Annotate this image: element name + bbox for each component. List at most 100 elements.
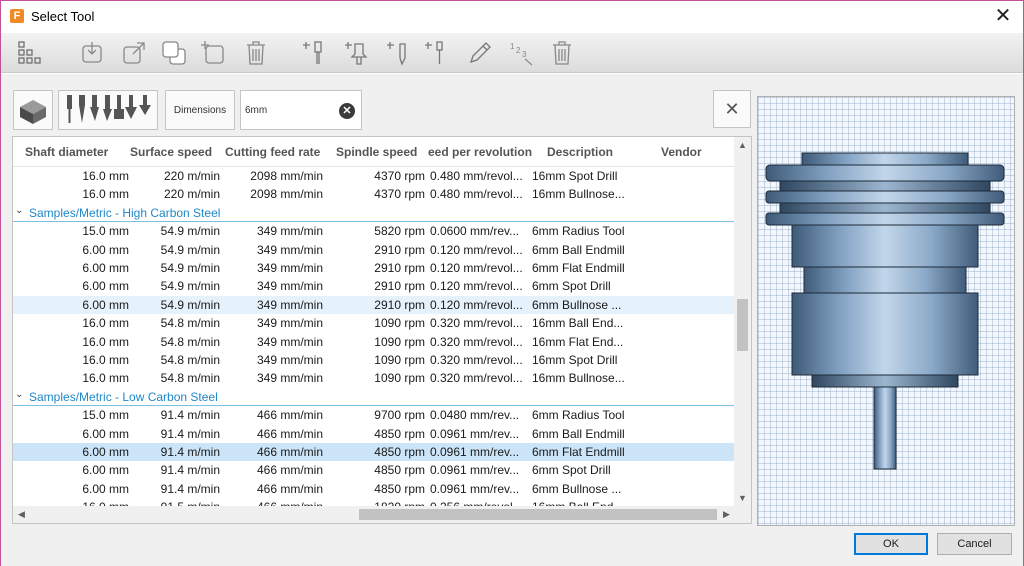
cell-surface-speed: 54.8 m/min	[160, 334, 220, 349]
scroll-down-icon[interactable]: ▼	[734, 490, 751, 507]
horizontal-scroll-thumb[interactable]	[359, 509, 717, 520]
table-row[interactable]: 16.0 mm 54.8 m/min 349 mm/min 1090 rpm 0.320…	[13, 369, 735, 387]
cell-spindle-speed: 1090 rpm	[374, 371, 425, 386]
tool-category-button[interactable]	[13, 90, 53, 130]
table-row[interactable]: 6.00 mm 54.9 m/min 349 mm/min 2910 rpm 0.120…	[13, 241, 735, 259]
scroll-left-icon[interactable]: ◀	[13, 506, 30, 523]
export-button[interactable]	[119, 37, 149, 69]
new-probe-button[interactable]	[423, 37, 453, 69]
table-row[interactable]: 6.00 mm 91.4 m/min 466 mm/min 4850 rpm 0.096…	[13, 480, 735, 498]
table-row[interactable]: 16.0 mm 54.8 m/min 349 mm/min 1090 rpm 0.320…	[13, 314, 735, 332]
delete-library-button[interactable]	[241, 37, 271, 69]
chevron-down-icon[interactable]: ⌄	[15, 205, 23, 216]
cell-spindle-speed: 1090 rpm	[374, 334, 425, 349]
clear-search-icon[interactable]: ✕	[339, 103, 355, 119]
col-spindle-speed[interactable]: Spindle speed	[336, 145, 426, 159]
col-description[interactable]: Description	[547, 145, 637, 159]
cell-spindle-speed: 4850 rpm	[374, 481, 425, 496]
new-mill-tool-button[interactable]	[301, 37, 331, 69]
group-header[interactable]: ⌄ Samples/Metric - Low Carbon Steel	[13, 388, 735, 406]
horizontal-scrollbar[interactable]: ◀ ▶	[13, 506, 735, 523]
cell-description: 6mm Spot Drill	[532, 463, 611, 478]
import-button[interactable]	[77, 37, 107, 69]
col-vendor[interactable]: Vendor	[661, 145, 721, 159]
edit-tool-button[interactable]	[465, 37, 495, 69]
scroll-corner	[734, 506, 751, 523]
table-row[interactable]: 6.00 mm 91.4 m/min 466 mm/min 4850 rpm 0.096…	[13, 425, 735, 443]
cell-feed-per-revolution: 0.0961 mm/rev...	[430, 445, 520, 459]
cell-feed-per-revolution: 0.0961 mm/rev...	[430, 481, 520, 496]
cell-description: 16mm Ball End...	[532, 316, 624, 331]
copy-button[interactable]	[159, 37, 189, 69]
cell-surface-speed: 54.9 m/min	[160, 242, 220, 257]
cell-shaft-diameter: 6.00 mm	[82, 297, 129, 312]
export-icon	[123, 42, 145, 64]
trash-icon	[553, 41, 571, 65]
cell-spindle-speed: 9700 rpm	[374, 408, 425, 423]
title-bar: F Select Tool ✕	[1, 1, 1023, 33]
col-cutting-feed-rate[interactable]: Cutting feed rate	[225, 145, 333, 159]
tool-table: Shaft diameter Surface speed Cutting fee…	[12, 136, 752, 524]
cell-shaft-diameter: 6.00 mm	[82, 463, 129, 478]
table-row[interactable]: 16.0 mm 54.8 m/min 349 mm/min 1090 rpm 0.320…	[13, 333, 735, 351]
cell-surface-speed: 220 m/min	[163, 187, 220, 202]
cancel-button[interactable]: Cancel	[937, 533, 1012, 555]
table-row[interactable]: 16.0 mm 220 m/min 2098 mm/min 4370 rpm 0.480…	[13, 167, 735, 185]
new-holder-button[interactable]	[343, 37, 373, 69]
cell-feed-per-revolution: 0.480 mm/revol...	[430, 169, 523, 183]
trash-icon	[247, 41, 265, 65]
table-row[interactable]: 6.00 mm 54.9 m/min 349 mm/min 2910 rpm 0.120…	[13, 295, 735, 314]
search-input[interactable]	[241, 91, 331, 129]
cell-spindle-speed: 2910 rpm	[374, 279, 425, 294]
table-row[interactable]: 6.00 mm 54.9 m/min 349 mm/min 2910 rpm 0.120…	[13, 259, 735, 277]
cell-shaft-diameter: 6.00 mm	[82, 261, 129, 275]
table-row[interactable]: 6.00 mm 91.4 m/min 466 mm/min 4850 rpm 0.096…	[13, 443, 735, 461]
table-row[interactable]: 16.0 mm 54.8 m/min 349 mm/min 1090 rpm 0.320…	[13, 351, 735, 369]
tool-types-filter-button[interactable]	[58, 90, 158, 130]
group-header[interactable]: ⌄ Samples/Metric - High Carbon Steel	[13, 204, 735, 222]
table-row[interactable]: 16.0 mm 220 m/min 2098 mm/min 4370 rpm 0.480…	[13, 185, 735, 203]
table-row[interactable]: 6.00 mm 91.4 m/min 466 mm/min 4850 rpm 0.096…	[13, 461, 735, 479]
group-label: Samples/Metric - Low Carbon Steel	[29, 389, 218, 404]
cell-feed-per-revolution: 0.320 mm/revol...	[430, 353, 523, 367]
vertical-scroll-thumb[interactable]	[737, 299, 748, 351]
cell-feed-per-revolution: 0.120 mm/revol...	[430, 242, 523, 257]
table-row[interactable]: 15.0 mm 54.9 m/min 349 mm/min 5820 rpm 0.060…	[13, 222, 735, 240]
col-surface-speed[interactable]: Surface speed	[130, 145, 226, 159]
delete-tool-button[interactable]	[547, 37, 577, 69]
scroll-right-icon[interactable]: ▶	[718, 506, 735, 523]
close-filter-button[interactable]: ✕	[713, 90, 751, 128]
table-row[interactable]: 15.0 mm 91.4 m/min 466 mm/min 9700 rpm 0.048…	[13, 406, 735, 424]
renumber-button[interactable]: 123	[507, 37, 537, 69]
select-tool-dialog: F Select Tool ✕ 1 2 3 Dimensions 6mm ✕ ✕…	[0, 0, 1024, 566]
cell-cutting-feed-rate: 349 mm/min	[256, 224, 323, 239]
library-grid-button[interactable]	[15, 37, 45, 69]
cell-spindle-speed: 2910 rpm	[374, 242, 425, 257]
new-turning-tool-button[interactable]	[385, 37, 415, 69]
cell-spindle-speed: 4850 rpm	[374, 426, 425, 441]
cell-cutting-feed-rate: 349 mm/min	[256, 353, 323, 367]
cell-shaft-diameter: 16.0 mm	[82, 334, 129, 349]
new-library-button[interactable]	[199, 37, 229, 69]
cell-spindle-speed: 1090 rpm	[374, 353, 425, 367]
new-holder-icon	[345, 42, 368, 65]
chevron-down-icon[interactable]: ⌄	[15, 389, 23, 400]
pencil-icon	[469, 42, 491, 64]
col-feed-per-revolution[interactable]: eed per revolution	[428, 145, 532, 159]
cell-description: 16mm Spot Drill	[532, 353, 618, 367]
toolbar: 123	[1, 33, 1023, 73]
dimensions-filter-button[interactable]: Dimensions	[165, 90, 235, 130]
ok-button[interactable]: OK	[854, 533, 928, 555]
col-shaft-diameter[interactable]: Shaft diameter	[25, 145, 129, 159]
cell-spindle-speed: 4370 rpm	[374, 169, 425, 183]
vertical-scrollbar[interactable]: ▲ ▼	[734, 137, 751, 507]
cell-description: 6mm Ball Endmill	[532, 426, 625, 441]
window-close-button[interactable]: ✕	[989, 3, 1017, 31]
cell-feed-per-revolution: 0.0600 mm/rev...	[430, 224, 520, 239]
library-grid-icon	[18, 41, 41, 64]
window-title: Select Tool	[31, 9, 95, 24]
table-row[interactable]: 6.00 mm 54.9 m/min 349 mm/min 2910 rpm 0.120…	[13, 277, 735, 295]
search-box: ✕	[240, 90, 362, 130]
scroll-up-icon[interactable]: ▲	[734, 137, 751, 154]
cell-feed-per-revolution: 0.0961 mm/rev...	[430, 426, 520, 441]
